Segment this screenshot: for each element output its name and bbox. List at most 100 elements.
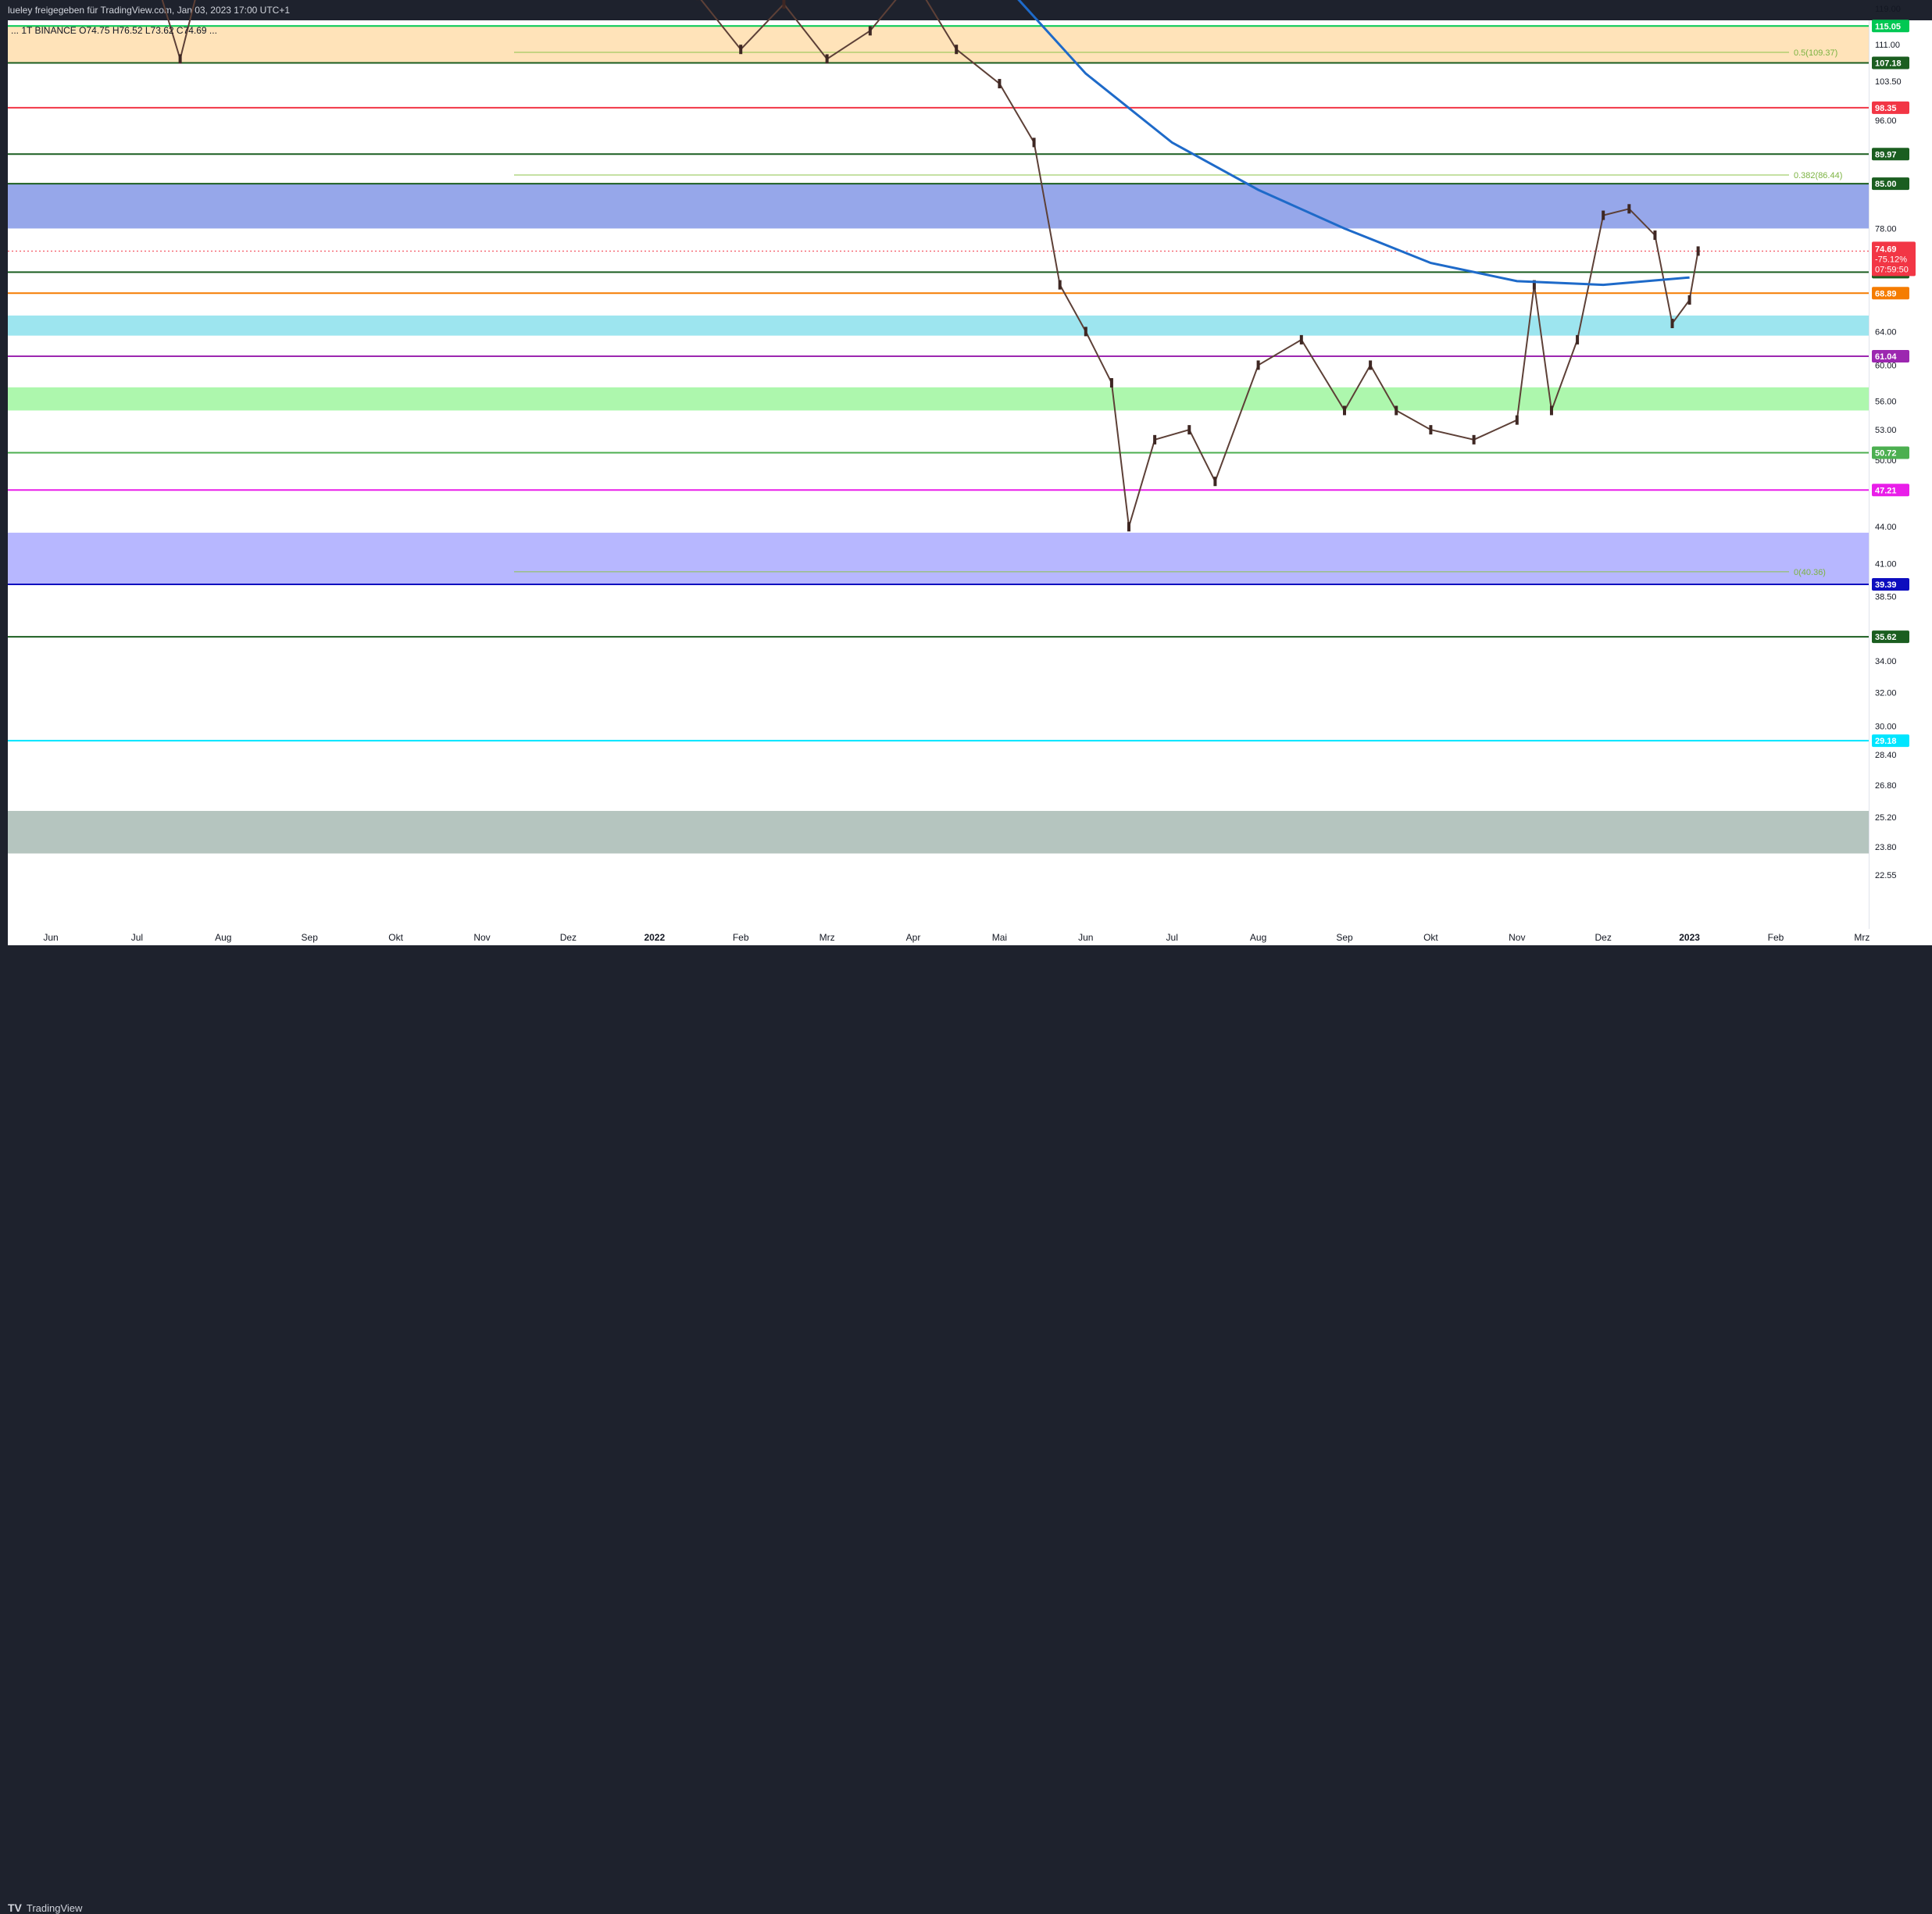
price-layer <box>49 0 1700 531</box>
zone-band <box>8 811 1869 853</box>
price-candle <box>1602 211 1605 220</box>
x-tick-label: Feb <box>733 932 749 943</box>
x-tick-label: Mrz <box>820 932 835 943</box>
level-badge-label: 61.04 <box>1875 352 1897 362</box>
y-tick-label: 119.00 <box>1875 5 1901 14</box>
y-tick-label: 28.40 <box>1875 751 1897 760</box>
x-tick-label: Aug <box>1250 932 1266 943</box>
price-candle <box>1473 435 1476 445</box>
level-badge-label: 107.18 <box>1875 59 1902 69</box>
price-candle <box>1688 295 1691 305</box>
price-candle <box>1653 230 1656 240</box>
bottom-bar: TV TradingView <box>0 945 1932 976</box>
zones-layer <box>8 0 1869 853</box>
price-candle <box>1671 319 1674 328</box>
y-tick-label: 53.00 <box>1875 426 1897 435</box>
levels-layer <box>8 0 1869 741</box>
price-candle <box>1127 522 1130 531</box>
y-tick-label: 44.00 <box>1875 523 1897 532</box>
x-tick-label: Jul <box>1166 932 1178 943</box>
x-tick-label: Aug <box>215 932 231 943</box>
y-tick-label: 111.00 <box>1875 41 1900 50</box>
level-badge-label: 39.39 <box>1875 580 1897 590</box>
level-badge-label: 47.21 <box>1875 486 1897 495</box>
x-axis-ticks: JunJulAugSepOktNovDez2022FebMrzAprMaiJun… <box>43 932 1870 943</box>
price-candle <box>1343 405 1346 415</box>
zone-band <box>8 184 1869 228</box>
tradingview-mark-icon: TV <box>8 1902 22 1914</box>
y-tick-label: 38.50 <box>1875 592 1897 602</box>
price-candle <box>1369 360 1372 370</box>
level-badge-label: 89.97 <box>1875 150 1897 159</box>
y-tick-label: 56.00 <box>1875 397 1897 406</box>
price-candle <box>1395 405 1398 415</box>
x-tick-label: Feb <box>1768 932 1784 943</box>
price-candle <box>826 54 829 63</box>
price-candle <box>1033 137 1036 147</box>
x-tick-label: Apr <box>906 932 921 943</box>
price-candle <box>1697 246 1700 255</box>
price-candle <box>1213 477 1216 486</box>
tradingview-brand-text: TradingView <box>27 1902 83 1914</box>
x-tick-label: Nov <box>473 932 490 943</box>
price-candle <box>739 45 742 54</box>
x-tick-label: Dez <box>560 932 577 943</box>
price-candle <box>1059 280 1062 290</box>
y-tick-label: 34.00 <box>1875 657 1897 666</box>
symbol-ohlc-line: ... 1T BINANCE O74.75 H76.52 L73.62 C74.… <box>11 25 217 36</box>
fib-label: 0.5(109.37) <box>1794 48 1837 58</box>
price-candle <box>782 0 785 9</box>
change-percent-label: -75.12% <box>1875 255 1907 264</box>
price-candle <box>1187 425 1191 434</box>
zone-band <box>8 316 1869 336</box>
y-tick-label: 26.80 <box>1875 781 1897 791</box>
price-candle <box>1550 405 1553 415</box>
x-tick-label: Nov <box>1509 932 1525 943</box>
zone-band <box>8 387 1869 411</box>
zone-band <box>8 26 1869 62</box>
level-badge-label: 35.62 <box>1875 633 1897 642</box>
current-price-label: 74.69 <box>1875 245 1897 254</box>
level-badge-label: 98.35 <box>1875 104 1897 113</box>
price-candle <box>955 45 958 54</box>
y-axis-ticks: USDT163.00151.00143.00135.00127.00119.00… <box>1875 0 1902 880</box>
tradingview-logo[interactable]: TV TradingView <box>8 1902 82 1914</box>
x-tick-label: Jun <box>1078 932 1093 943</box>
price-candle <box>1300 335 1303 345</box>
price-candle <box>1110 378 1113 387</box>
level-badge-label: 85.00 <box>1875 180 1897 189</box>
level-badges: 167.14153.93115.05107.1898.3589.9785.007… <box>1872 0 1916 747</box>
chart-svg[interactable]: 0.65(147.48)0.618(138.37)0.5(109.37)0.38… <box>0 0 1932 945</box>
y-tick-label: 25.20 <box>1875 813 1897 823</box>
y-tick-label: 78.00 <box>1875 224 1897 234</box>
x-tick-label: Okt <box>388 932 403 943</box>
level-badge-label: 115.05 <box>1875 22 1901 31</box>
x-tick-label: Mrz <box>1854 932 1870 943</box>
price-candle <box>1153 435 1156 445</box>
fib-label: 0(40.36) <box>1794 568 1826 577</box>
price-candle <box>1627 204 1630 213</box>
price-candle <box>1429 425 1432 434</box>
y-tick-label: 64.00 <box>1875 327 1897 337</box>
y-tick-label: 22.55 <box>1875 871 1897 880</box>
x-tick-label: Sep <box>1336 932 1353 943</box>
price-candle <box>1516 416 1519 425</box>
price-candle <box>1257 360 1260 370</box>
x-tick-label: Sep <box>302 932 319 943</box>
x-tick-label: 2022 <box>644 932 665 943</box>
y-tick-label: 41.00 <box>1875 559 1897 569</box>
y-tick-label: 32.00 <box>1875 689 1897 698</box>
x-tick-label: Jul <box>131 932 143 943</box>
price-series-line <box>51 0 1698 527</box>
fib-label: 0.382(86.44) <box>1794 171 1842 180</box>
x-tick-label: Okt <box>1423 932 1438 943</box>
y-tick-label: 23.80 <box>1875 843 1897 852</box>
x-tick-label: 2023 <box>1679 932 1700 943</box>
x-tick-label: Mai <box>992 932 1007 943</box>
level-badge-label: 29.18 <box>1875 737 1897 746</box>
price-candle <box>1576 335 1579 345</box>
y-tick-label: 30.00 <box>1875 723 1897 732</box>
countdown-label: 07:59:50 <box>1875 265 1909 274</box>
x-tick-label: Dez <box>1595 932 1612 943</box>
price-candle <box>998 79 1001 88</box>
